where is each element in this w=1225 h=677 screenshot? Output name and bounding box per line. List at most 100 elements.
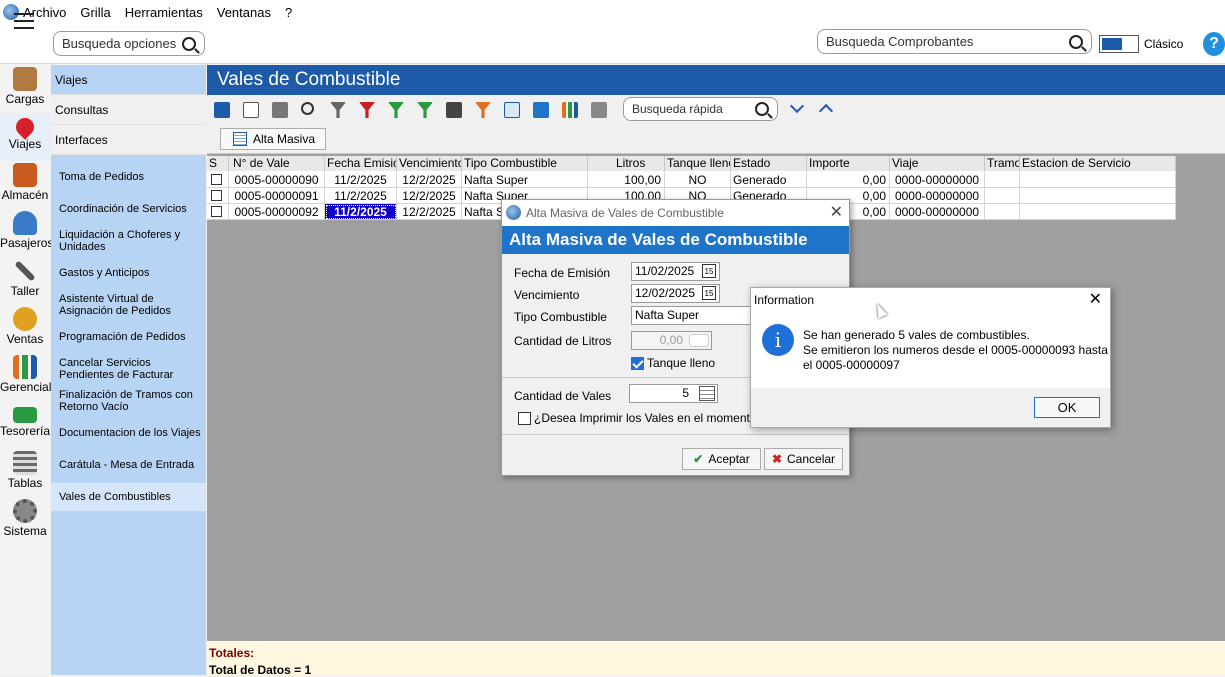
clear-filter-icon[interactable]	[359, 102, 375, 118]
search-options-input[interactable]: Busqueda opciones	[53, 31, 205, 56]
nav-item-vales-combustibles[interactable]: Vales de Combustibles	[51, 483, 206, 511]
cell-tanque[interactable]: NO	[665, 172, 731, 188]
tanque-lleno-checkbox[interactable]: Tanque lleno	[631, 356, 715, 371]
image-icon[interactable]	[533, 102, 549, 118]
fecha-emision-field[interactable]: 11/02/2025 15	[631, 262, 720, 281]
rail-item-gerencial[interactable]: Gerencial	[0, 353, 51, 401]
row-checkbox[interactable]	[211, 190, 222, 201]
col-header-estacion[interactable]: Estacion de Servicio	[1020, 156, 1176, 171]
nav-item-programacion[interactable]: Programación de Pedidos	[51, 321, 206, 353]
cantidad-vales-field[interactable]: 5	[629, 384, 718, 403]
sort-filter-icon[interactable]	[475, 102, 491, 118]
chart-icon[interactable]	[562, 102, 578, 118]
cell-viaje[interactable]: 0000-00000000	[890, 172, 985, 188]
cell-fecha[interactable]: 11/2/2025	[325, 188, 397, 204]
rail-item-taller[interactable]: Taller	[0, 257, 50, 305]
col-header-vencimiento[interactable]: Vencimiento	[397, 156, 462, 171]
cancelar-button[interactable]: ✖ Cancelar	[764, 448, 843, 470]
checkbox-unchecked-icon[interactable]	[518, 412, 531, 426]
menu-help[interactable]: ?	[285, 5, 292, 20]
classic-mode-toggle[interactable]	[1099, 35, 1139, 53]
cell-estacion[interactable]	[1020, 172, 1176, 188]
search-vouchers-input[interactable]: Busqueda Comprobantes	[817, 29, 1092, 54]
imprimir-checkbox[interactable]: ¿Desea Imprimir los Vales en el momento?	[518, 411, 763, 426]
apply-filter-icon[interactable]	[417, 102, 433, 118]
calculator-icon[interactable]	[699, 386, 715, 401]
nav-top-interfaces[interactable]: Interfaces	[51, 125, 206, 155]
search-icon[interactable]	[755, 102, 769, 116]
edit-icon[interactable]	[214, 102, 230, 118]
col-header-numero[interactable]: N° de Vale	[229, 156, 325, 171]
table-row[interactable]	[207, 172, 229, 188]
menu-grilla[interactable]: Grilla	[80, 5, 110, 20]
col-header-litros[interactable]: Litros	[588, 156, 665, 171]
nav-item-coordinacion[interactable]: Coordinación de Servicios	[51, 193, 206, 225]
col-header-fecha[interactable]: Fecha Emisión	[325, 156, 397, 171]
search-icon[interactable]	[182, 36, 196, 51]
search-icon[interactable]	[1069, 34, 1083, 49]
nav-item-cancelar[interactable]: Cancelar Servicios Pendientes de Factura…	[51, 353, 206, 385]
save-icon[interactable]	[446, 102, 462, 118]
ok-button[interactable]: OK	[1034, 397, 1100, 418]
nav-item-documentacion[interactable]: Documentacion de los Viajes	[51, 417, 206, 449]
nav-item-toma-pedidos[interactable]: Toma de Pedidos	[51, 161, 206, 193]
export-icon[interactable]	[591, 102, 607, 118]
nav-top-viajes[interactable]: Viajes	[51, 65, 206, 95]
nav-item-liquidacion[interactable]: Liquidación a Choferes y Unidades	[51, 225, 206, 257]
row-checkbox[interactable]	[211, 174, 222, 185]
cell-vencimiento[interactable]: 12/2/2025	[397, 204, 462, 220]
cell-tramo[interactable]	[985, 172, 1020, 188]
columns-icon[interactable]	[504, 102, 520, 118]
cantidad-litros-field[interactable]: 0,00	[631, 331, 712, 350]
cell-estado[interactable]: Generado	[731, 172, 807, 188]
menu-herramientas[interactable]: Herramientas	[125, 5, 203, 20]
nav-item-finalizacion[interactable]: Finalización de Tramos con Retorno Vacío	[51, 385, 206, 417]
col-header-s[interactable]: S	[207, 156, 229, 171]
cell-importe[interactable]: 0,00	[807, 172, 890, 188]
spinner-icon[interactable]	[689, 334, 709, 347]
rail-item-almacen[interactable]: Almacén	[0, 161, 50, 209]
cell-viaje[interactable]: 0000-00000000	[890, 188, 985, 204]
menu-ventanas[interactable]: Ventanas	[217, 5, 271, 20]
cell-viaje[interactable]: 0000-00000000	[890, 204, 985, 220]
rail-item-tesoreria[interactable]: Tesorería	[0, 401, 50, 449]
quick-search-input[interactable]: Busqueda rápida	[623, 97, 778, 121]
cell-tipo[interactable]: Nafta Super	[462, 172, 588, 188]
row-checkbox[interactable]	[211, 206, 222, 217]
col-header-estado[interactable]: Estado	[731, 156, 807, 171]
cell-numero[interactable]: 0005-00000090	[229, 172, 325, 188]
calendar-icon[interactable]: 15	[702, 286, 716, 300]
rail-item-viajes[interactable]: Viajes	[0, 113, 50, 161]
nav-item-caratula[interactable]: Carátula - Mesa de Entrada	[51, 449, 206, 481]
rail-item-pasajeros[interactable]: Pasajeros	[0, 209, 53, 257]
cell-litros[interactable]: 100,00	[588, 172, 665, 188]
col-header-importe[interactable]: Importe	[807, 156, 890, 171]
vencimiento-field[interactable]: 12/02/2025 15	[631, 284, 720, 303]
cell-tramo[interactable]	[985, 188, 1020, 204]
calendar-icon[interactable]: 15	[702, 264, 716, 278]
checkbox-checked-icon[interactable]	[631, 357, 644, 371]
cell-vencimiento[interactable]: 12/2/2025	[397, 188, 462, 204]
nav-item-asistente[interactable]: Asistente Virtual de Asignación de Pedid…	[51, 289, 206, 321]
rail-item-sistema[interactable]: Sistema	[0, 497, 50, 545]
table-row[interactable]	[207, 204, 229, 220]
close-icon[interactable]: ✕	[1089, 288, 1102, 312]
help-icon[interactable]: ?	[1203, 32, 1225, 56]
col-header-tipo[interactable]: Tipo Combustible	[462, 156, 588, 171]
cell-fecha-selected[interactable]: 11/2/2025	[325, 204, 397, 220]
aceptar-button[interactable]: ✔ Aceptar	[682, 448, 761, 470]
cell-numero[interactable]: 0005-00000092	[229, 204, 325, 220]
col-header-viaje[interactable]: Viaje	[890, 156, 985, 171]
rail-item-cargas[interactable]: Cargas	[0, 65, 50, 113]
cell-estacion[interactable]	[1020, 204, 1176, 220]
nav-top-consultas[interactable]: Consultas	[51, 95, 206, 125]
cell-estacion[interactable]	[1020, 188, 1176, 204]
hamburger-menu-icon[interactable]	[14, 13, 34, 29]
cell-fecha[interactable]: 11/2/2025	[325, 172, 397, 188]
cell-numero[interactable]: 0005-00000091	[229, 188, 325, 204]
table-row[interactable]	[207, 188, 229, 204]
close-icon[interactable]: ✕	[830, 200, 843, 226]
tipo-combustible-select[interactable]: Nafta Super	[631, 306, 751, 325]
rail-item-ventas[interactable]: Ventas	[0, 305, 50, 353]
new-document-icon[interactable]	[243, 102, 259, 118]
